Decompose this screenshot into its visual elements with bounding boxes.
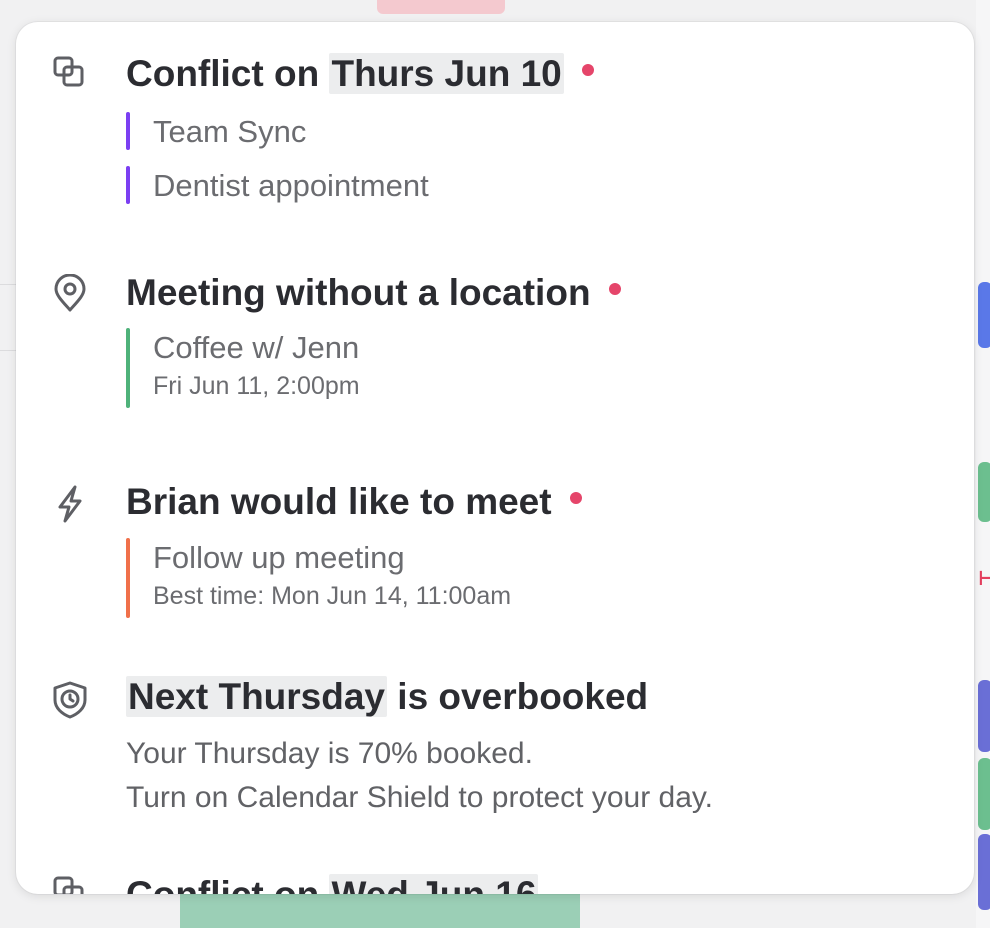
event-item[interactable]: Team Sync xyxy=(126,112,306,152)
background-event-chip[interactable] xyxy=(180,893,580,928)
event-item[interactable]: Follow up meeting Best time: Mon Jun 14,… xyxy=(126,538,512,618)
lightning-bolt-icon xyxy=(50,484,90,524)
event-title: Dentist appointment xyxy=(153,168,429,203)
notification-description: Your Thursday is 70% booked. xyxy=(126,737,533,770)
notification-title: Conflict on Thurs Jun 10 xyxy=(126,51,594,97)
event-item[interactable]: Coffee w/ Jenn Fri Jun 11, 2:00pm xyxy=(126,328,360,408)
date-highlight[interactable]: Next Thursday xyxy=(126,676,388,717)
background-event-chip xyxy=(377,0,505,14)
alert-dot xyxy=(569,492,582,505)
shield-clock-icon xyxy=(50,680,90,720)
notification-title: Meeting without a location xyxy=(126,270,621,316)
event-color-bar xyxy=(126,328,130,408)
overlap-squares-icon xyxy=(50,874,90,894)
date-highlight[interactable]: Wed Jun 16 xyxy=(329,874,539,894)
notification-title: Brian would like to meet xyxy=(126,479,582,525)
background-event-chip[interactable] xyxy=(978,680,990,752)
event-title: Follow up meeting xyxy=(153,540,405,575)
background-event-chip[interactable] xyxy=(978,834,990,910)
event-color-bar xyxy=(126,538,130,618)
event-item[interactable]: Dentist appointment xyxy=(126,166,429,206)
notification-title: Next Thursday is overbooked xyxy=(126,676,649,717)
date-highlight[interactable]: Thurs Jun 10 xyxy=(329,53,564,94)
background-event-chip[interactable] xyxy=(978,462,990,522)
background-event-chip[interactable] xyxy=(978,282,990,348)
event-color-bar xyxy=(126,112,130,150)
notification-description: Turn on Calendar Shield to protect your … xyxy=(126,781,713,814)
event-color-bar xyxy=(126,166,130,204)
event-title: Coffee w/ Jenn xyxy=(153,330,360,365)
background-divider xyxy=(0,284,16,285)
insights-popover: Conflict on Thurs Jun 10 Team Sync Denti… xyxy=(16,22,974,894)
current-time-marker: ⊢ xyxy=(978,568,990,590)
background-divider xyxy=(0,350,16,351)
event-time: Best time: Mon Jun 14, 11:00am xyxy=(153,582,512,610)
notification-title: Conflict on Wed Jun 16 xyxy=(126,872,539,894)
alert-dot xyxy=(608,283,621,296)
event-time: Fri Jun 11, 2:00pm xyxy=(153,372,360,400)
location-pin-icon xyxy=(50,274,90,314)
alert-dot xyxy=(581,64,594,77)
background-event-chip[interactable] xyxy=(978,758,990,830)
overlap-squares-icon xyxy=(50,54,90,94)
event-title: Team Sync xyxy=(153,114,307,149)
